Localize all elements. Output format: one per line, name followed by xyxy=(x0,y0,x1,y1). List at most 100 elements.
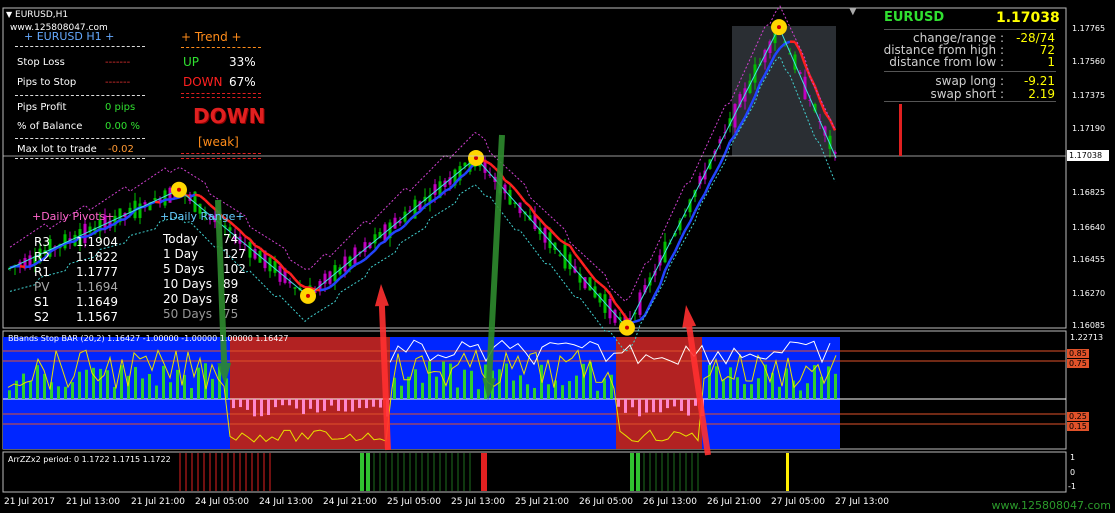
bb-hist-bar-up xyxy=(22,373,25,399)
pips-to-stop-label: Pips to Stop xyxy=(17,77,77,88)
time-tick: 21 Jul 21:00 xyxy=(131,497,185,507)
level-tag: 0.85 xyxy=(1067,349,1089,358)
range-value: 89 xyxy=(223,277,239,291)
bb-hist-bar-down xyxy=(666,399,669,409)
bb-hist-bar-down xyxy=(337,399,340,411)
bb-hist-bar-up xyxy=(78,371,81,399)
bb-hist-bar-up xyxy=(36,365,39,399)
bb-hist-bar-down xyxy=(351,399,354,412)
bb-hist-bar-down xyxy=(680,399,683,411)
time-tick: 24 Jul 13:00 xyxy=(259,497,313,507)
bb-hist-bar-down xyxy=(302,399,305,415)
ma-segment xyxy=(19,265,26,269)
trend-down-value: 67% xyxy=(229,75,256,89)
bb-hist-bar-up xyxy=(729,367,732,399)
bb-hist-bar-down xyxy=(344,399,347,412)
bb-hist-bar-down xyxy=(260,399,263,417)
bb-hist-bar-up xyxy=(428,361,431,399)
bb-hist-bar-down xyxy=(330,399,333,406)
chevron-down-icon[interactable]: ▼ xyxy=(6,10,12,19)
bb-hist-bar-down xyxy=(288,399,291,406)
pivot-value: 1.1567 xyxy=(76,310,118,324)
bb-hist-bar-up xyxy=(162,365,165,399)
bb-red-zone xyxy=(230,337,390,449)
rp-stat-value: 2.19 xyxy=(1028,87,1055,101)
current-price-tag: 1.17038 xyxy=(1067,150,1109,161)
candle-body xyxy=(163,190,167,206)
bb-hist-bar-up xyxy=(715,366,718,399)
time-tick: 26 Jul 13:00 xyxy=(643,497,697,507)
bb-hist-bar-up xyxy=(15,380,18,399)
rp-price: 1.17038 xyxy=(996,10,1060,26)
left-panel-header: + EURUSD H1 + xyxy=(24,30,115,43)
bb-hist-bar-up xyxy=(519,375,522,399)
bb-hist-bar-up xyxy=(806,383,809,399)
bb-hist-bar-down xyxy=(652,399,655,413)
bb-hist-bar-down xyxy=(631,399,634,408)
bb-hist-bar-up xyxy=(547,384,550,399)
collapse-arrow-icon[interactable]: ▼ xyxy=(849,6,857,17)
candle-body xyxy=(248,241,252,258)
bb-hist-bar-up xyxy=(148,374,151,399)
bb-hist-bar-up xyxy=(456,387,459,399)
bb-hist-bar-up xyxy=(750,384,753,399)
divider xyxy=(884,71,1056,72)
bb-hist-bar-down xyxy=(617,399,620,407)
ind2-axis-0: 0 xyxy=(1070,468,1076,477)
bb-hist-bar-down xyxy=(358,399,361,408)
bb-hist-bar-up xyxy=(596,390,599,399)
zigzag-point-center xyxy=(474,155,478,160)
bb-hist-bar-up xyxy=(778,386,781,399)
bb-hist-bar-up xyxy=(113,386,116,399)
window-title[interactable]: ▼ EURUSD,H1 xyxy=(6,10,68,20)
bb-hist-bar-down xyxy=(295,399,298,409)
divider xyxy=(181,158,261,159)
time-tick: 27 Jul 05:00 xyxy=(771,497,825,507)
pivot-label: R3 xyxy=(34,235,50,249)
candle-body xyxy=(138,203,142,218)
bb-hist-bar-up xyxy=(155,385,158,399)
price-tick: 1.16085 xyxy=(1072,321,1106,330)
time-tick: 26 Jul 05:00 xyxy=(579,497,633,507)
time-tick: 25 Jul 05:00 xyxy=(387,497,441,507)
trend-header: + Trend + xyxy=(181,30,242,44)
pivot-value: 1.1694 xyxy=(76,280,118,294)
range-value: 74 xyxy=(223,232,239,246)
indicator2-title: ArrZZx2 period: 0 1.1722 1.1715 1.1722 xyxy=(8,455,171,464)
rp-stat-value: -9.21 xyxy=(1023,74,1055,88)
bb-hist-bar-down xyxy=(379,399,382,408)
bb-hist-bar-up xyxy=(197,367,200,399)
zigzag-point-center xyxy=(177,187,181,192)
daily-pivots-header: +Daily Pivots+ xyxy=(32,210,115,223)
bb-hist-bar-up xyxy=(533,387,536,399)
trend-up-value: 33% xyxy=(229,55,256,69)
level-tag: 0.75 xyxy=(1067,359,1089,368)
divider xyxy=(884,101,1056,102)
range-value: 75 xyxy=(223,307,239,321)
time-tick: 25 Jul 21:00 xyxy=(515,497,569,507)
bb-hist-bar-up xyxy=(176,369,179,399)
indicator1-axis-top: 1.22713 xyxy=(1070,333,1104,342)
bb-hist-bar-up xyxy=(106,370,109,399)
candle-body xyxy=(558,254,562,256)
bb-hist-bar-up xyxy=(190,388,193,399)
bb-hist-bar-up xyxy=(8,390,11,399)
bb-red-zone xyxy=(616,337,702,449)
symbol-title: EURUSD,H1 xyxy=(15,10,69,20)
rp-symbol: EURUSD xyxy=(884,10,945,25)
ma-segment xyxy=(119,218,126,222)
price-tick: 1.16825 xyxy=(1072,188,1106,197)
pivot-label: S1 xyxy=(34,295,50,309)
pivot-value: 1.1777 xyxy=(76,265,118,279)
price-tick: 1.16270 xyxy=(1072,289,1106,298)
price-tick: 1.17560 xyxy=(1072,57,1106,66)
bb-hist-bar-up xyxy=(43,373,46,399)
zigzag-point-center xyxy=(625,325,629,330)
bb-hist-bar-down xyxy=(246,399,249,410)
bb-hist-bar-up xyxy=(743,384,746,399)
bb-hist-bar-up xyxy=(722,379,725,399)
bb-hist-bar-down xyxy=(232,399,235,409)
bb-hist-bar-down xyxy=(638,399,641,417)
time-tick: 21 Jul 13:00 xyxy=(66,497,120,507)
bb-hist-bar-down xyxy=(267,399,270,415)
